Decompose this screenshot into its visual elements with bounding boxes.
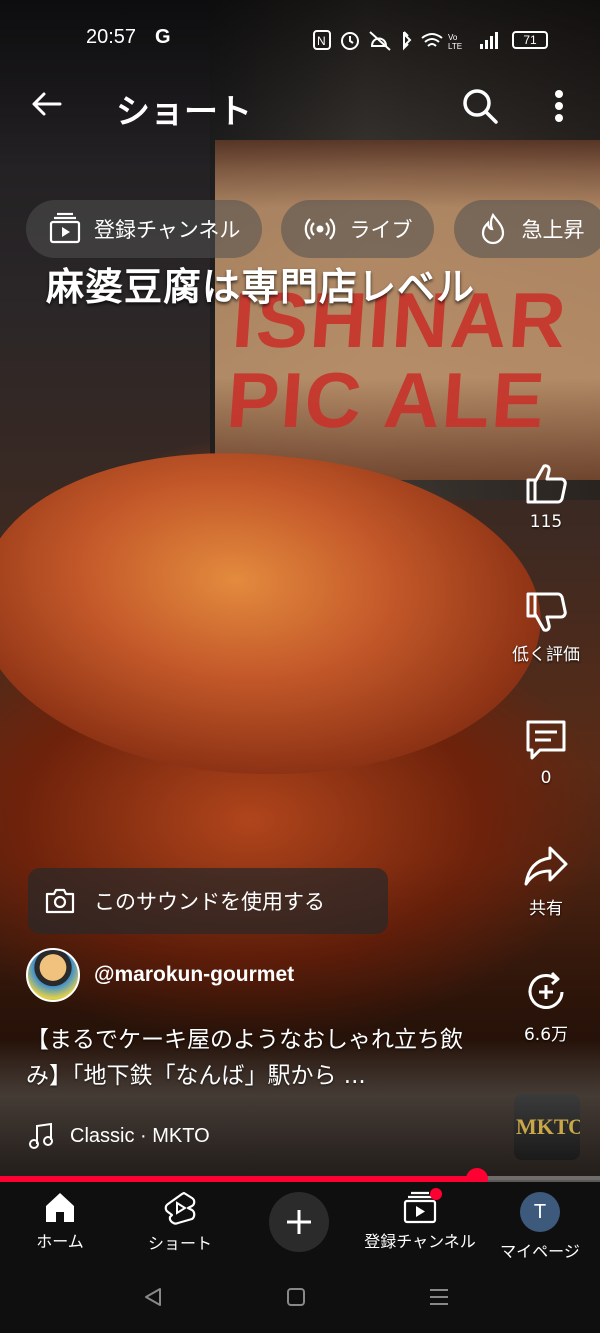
trending-icon: [481, 212, 504, 245]
notification-dot: [430, 1188, 442, 1200]
search-icon[interactable]: [460, 86, 500, 126]
arrow-left-icon[interactable]: [28, 86, 64, 122]
plus-icon: [287, 1210, 311, 1234]
system-navigation-bar: [0, 1266, 600, 1333]
recents-menu-icon[interactable]: [428, 1286, 450, 1308]
comment-button[interactable]: 0: [500, 716, 592, 788]
nav-shorts[interactable]: ショート: [120, 1190, 240, 1254]
chip-label: 急上昇: [521, 218, 585, 242]
home-square-icon[interactable]: [285, 1286, 307, 1308]
use-sound-label: このサウンドを使用する: [94, 890, 325, 914]
remix-icon: [528, 971, 564, 1009]
dislike-label: 低く評価: [512, 645, 580, 665]
music-thumbnail-text: MKTO: [516, 1114, 580, 1139]
nav-home[interactable]: ホーム: [0, 1190, 120, 1252]
music-note-icon: [29, 1122, 53, 1149]
subscriptions-icon: [49, 212, 81, 244]
music-thumbnail[interactable]: MKTO: [514, 1094, 580, 1160]
bottom-navigation: ホーム ショート 登録チャンネル T マイページ: [0, 1182, 600, 1266]
chip-live[interactable]: ライブ: [281, 200, 435, 258]
status-system-icons: N Vo LTE: [312, 28, 502, 56]
svg-text:Vo: Vo: [448, 33, 458, 42]
more-vert-icon[interactable]: [544, 86, 574, 126]
status-bar: 20:57 G N Vo LTE 71: [0, 24, 600, 58]
share-label: 共有: [529, 899, 563, 919]
top-app-bar: ショート: [0, 80, 600, 136]
home-icon: [46, 1193, 74, 1222]
user-avatar: T: [520, 1192, 560, 1232]
channel-row[interactable]: @marokun-gourmet: [26, 948, 294, 1002]
chip-label: ライブ: [349, 218, 413, 242]
dislike-button[interactable]: 低く評価: [500, 588, 592, 665]
comment-icon: [526, 720, 566, 760]
remix-button[interactable]: 6.6万: [500, 968, 592, 1045]
chip-label: 登録チャンネル: [94, 218, 241, 242]
nav-mypage-label: マイページ: [500, 1242, 580, 1261]
page-title: ショート: [116, 92, 252, 132]
channel-avatar[interactable]: [26, 948, 80, 1002]
svg-text:N: N: [317, 34, 326, 48]
like-count: 115: [529, 512, 563, 532]
chip-subscriptions[interactable]: 登録チャンネル: [26, 200, 263, 258]
video-description[interactable]: 【まるでケーキ屋のようなおしゃれ立ち飲み】「地下鉄「なんば」駅から ...: [26, 1022, 496, 1094]
nav-shorts-label: ショート: [147, 1234, 212, 1253]
filter-chips: 登録チャンネル ライブ 急上昇: [26, 200, 600, 258]
thumbs-down-icon: [526, 592, 567, 632]
nav-home-label: ホーム: [36, 1232, 84, 1251]
comment-count: 0: [540, 768, 552, 788]
music-row[interactable]: Classic · MKTO: [28, 1122, 210, 1150]
remix-count: 6.6万: [523, 1025, 569, 1045]
live-icon: [305, 218, 336, 240]
chip-trending[interactable]: 急上昇: [453, 200, 600, 258]
video-caption-overlay: 麻婆豆腐は専門店レベル: [46, 264, 476, 309]
use-sound-button[interactable]: このサウンドを使用する: [28, 868, 388, 934]
svg-text:LTE: LTE: [448, 42, 462, 51]
back-triangle-icon[interactable]: [142, 1286, 164, 1308]
music-label: Classic · MKTO: [70, 1124, 210, 1147]
nav-subscriptions[interactable]: 登録チャンネル: [360, 1190, 480, 1252]
nav-subscriptions-label: 登録チャンネル: [364, 1232, 476, 1251]
channel-handle[interactable]: @marokun-gourmet: [94, 963, 294, 987]
camera-icon: [45, 888, 75, 914]
status-time: 20:57: [86, 26, 137, 48]
shorts-icon: [164, 1191, 196, 1225]
battery-indicator: 71: [512, 31, 548, 49]
share-button[interactable]: 共有: [500, 842, 592, 919]
nav-mypage[interactable]: T マイページ: [480, 1190, 600, 1262]
share-icon: [524, 846, 568, 886]
thumbs-up-icon: [526, 464, 567, 504]
google-icon: G: [155, 26, 171, 48]
like-button[interactable]: 115: [500, 460, 592, 532]
create-button[interactable]: [269, 1192, 329, 1252]
